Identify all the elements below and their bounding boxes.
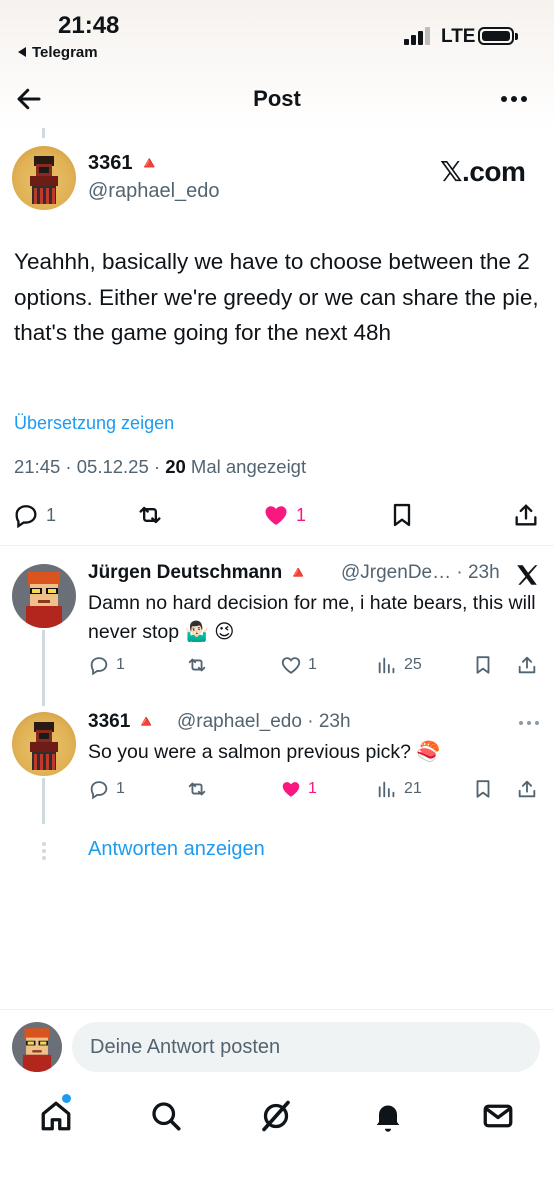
heart-filled-icon	[282, 782, 300, 797]
bookmark-icon	[476, 656, 490, 674]
divider	[0, 545, 554, 546]
pixel-avatar-icon	[26, 572, 62, 628]
share-button[interactable]	[516, 654, 538, 676]
back-app-label: Telegram	[32, 44, 98, 61]
views-button[interactable]: 25	[376, 654, 422, 676]
heart-filled-icon	[265, 506, 287, 525]
back-triangle-icon	[18, 47, 26, 57]
repost-icon	[139, 506, 161, 524]
translate-link[interactable]: Übersetzung zeigen	[14, 413, 174, 434]
avatar[interactable]	[12, 146, 76, 210]
reply-handle[interactable]: @raphael_edo · 23h	[177, 711, 351, 733]
share-button[interactable]	[516, 778, 538, 800]
repost-icon	[188, 782, 206, 796]
more-options-icon[interactable]	[516, 716, 542, 730]
bookmark-icon	[393, 503, 411, 527]
samurai-avatar-icon	[30, 722, 58, 770]
repost-button[interactable]	[186, 654, 208, 676]
share-icon	[518, 780, 536, 798]
post-meta: 21:45 · 05.12.25 · 20 Mal angezeigt	[14, 456, 307, 477]
repost-button[interactable]	[136, 501, 164, 529]
like-button[interactable]: 1	[280, 654, 317, 676]
share-button[interactable]	[512, 501, 540, 529]
views-count: 20	[165, 456, 186, 477]
compose-placeholder: Deine Antwort posten	[90, 1036, 281, 1058]
reply-author-name[interactable]: 3361 🔺	[88, 711, 157, 733]
reply-handle[interactable]: @JrgenDe… · 23h	[341, 562, 500, 584]
reply-icon	[90, 657, 108, 676]
avatar[interactable]	[12, 712, 76, 776]
search-icon[interactable]	[148, 1098, 184, 1134]
reply-count: 1	[116, 656, 125, 673]
share-icon	[518, 656, 536, 674]
like-button[interactable]: 1	[280, 778, 317, 800]
reply-icon	[15, 505, 37, 529]
post-text: Yeahhh, basically we have to choose betw…	[14, 249, 539, 345]
reply-button[interactable]: 1	[88, 778, 125, 800]
reply-count: 1	[116, 780, 125, 797]
thread-connector	[42, 128, 45, 138]
top-bar: Post	[0, 70, 554, 130]
views-count: 21	[404, 780, 422, 797]
status-time: 21:48	[58, 12, 120, 39]
samurai-avatar-icon	[30, 156, 58, 204]
bookmark-button[interactable]	[388, 501, 416, 529]
reply-count: 1	[46, 504, 57, 525]
network-label: LTE	[441, 26, 476, 47]
repost-button[interactable]	[186, 778, 208, 800]
reply-author-name[interactable]: Jürgen Deutschmann 🔺	[88, 562, 309, 584]
views-count: 25	[404, 656, 422, 673]
views-button[interactable]: 21	[376, 778, 422, 800]
bell-icon[interactable]	[370, 1098, 406, 1134]
avatar[interactable]	[12, 564, 76, 628]
messages-icon[interactable]	[480, 1098, 516, 1134]
analytics-icon	[378, 781, 395, 798]
badge-icon: 🔺	[287, 563, 309, 582]
like-count: 1	[308, 656, 317, 673]
thread-connector	[42, 630, 45, 706]
like-button[interactable]: 1	[262, 501, 306, 529]
bookmark-button[interactable]	[472, 654, 494, 676]
reply-text: So you were a salmon previous pick? 🍣	[88, 741, 441, 763]
author-handle[interactable]: @raphael_edo	[88, 180, 220, 203]
my-avatar[interactable]	[12, 1022, 62, 1072]
bookmark-icon	[476, 780, 490, 798]
badge-icon: 🔺	[138, 153, 161, 173]
share-icon	[515, 504, 537, 526]
more-options-icon[interactable]	[496, 84, 532, 114]
more-replies-dots-icon	[42, 842, 46, 863]
repost-icon	[188, 658, 206, 672]
source-label: 𝕏.com	[440, 156, 526, 187]
home-icon[interactable]	[38, 1098, 74, 1134]
grok-icon[interactable]	[258, 1098, 294, 1134]
divider	[0, 1009, 554, 1010]
status-bar: 21:48 Telegram LTE	[0, 0, 554, 70]
reply-text: Damn no hard decision for me, i hate bea…	[88, 592, 536, 643]
heart-icon	[281, 657, 301, 674]
analytics-icon	[378, 657, 395, 674]
like-count: 1	[296, 504, 307, 525]
reply-icon	[90, 781, 108, 800]
badge-icon: 🔺	[135, 712, 157, 731]
reply-button[interactable]: 1	[12, 501, 56, 529]
back-to-app-link[interactable]: Telegram	[18, 44, 98, 61]
thread-connector	[42, 778, 45, 824]
pixel-avatar-icon	[22, 1028, 52, 1072]
home-notification-dot	[62, 1094, 71, 1103]
reply-compose-input[interactable]: Deine Antwort posten	[72, 1022, 540, 1072]
page-title: Post	[253, 86, 301, 111]
like-count: 1	[308, 780, 317, 797]
x-logo-icon	[517, 565, 538, 585]
author-name[interactable]: 3361 🔺	[88, 152, 160, 175]
reply-button[interactable]: 1	[88, 654, 125, 676]
bookmark-button[interactable]	[472, 778, 494, 800]
signal-icon	[404, 27, 432, 45]
show-replies-link[interactable]: Antworten anzeigen	[88, 838, 265, 861]
battery-icon	[478, 27, 518, 45]
